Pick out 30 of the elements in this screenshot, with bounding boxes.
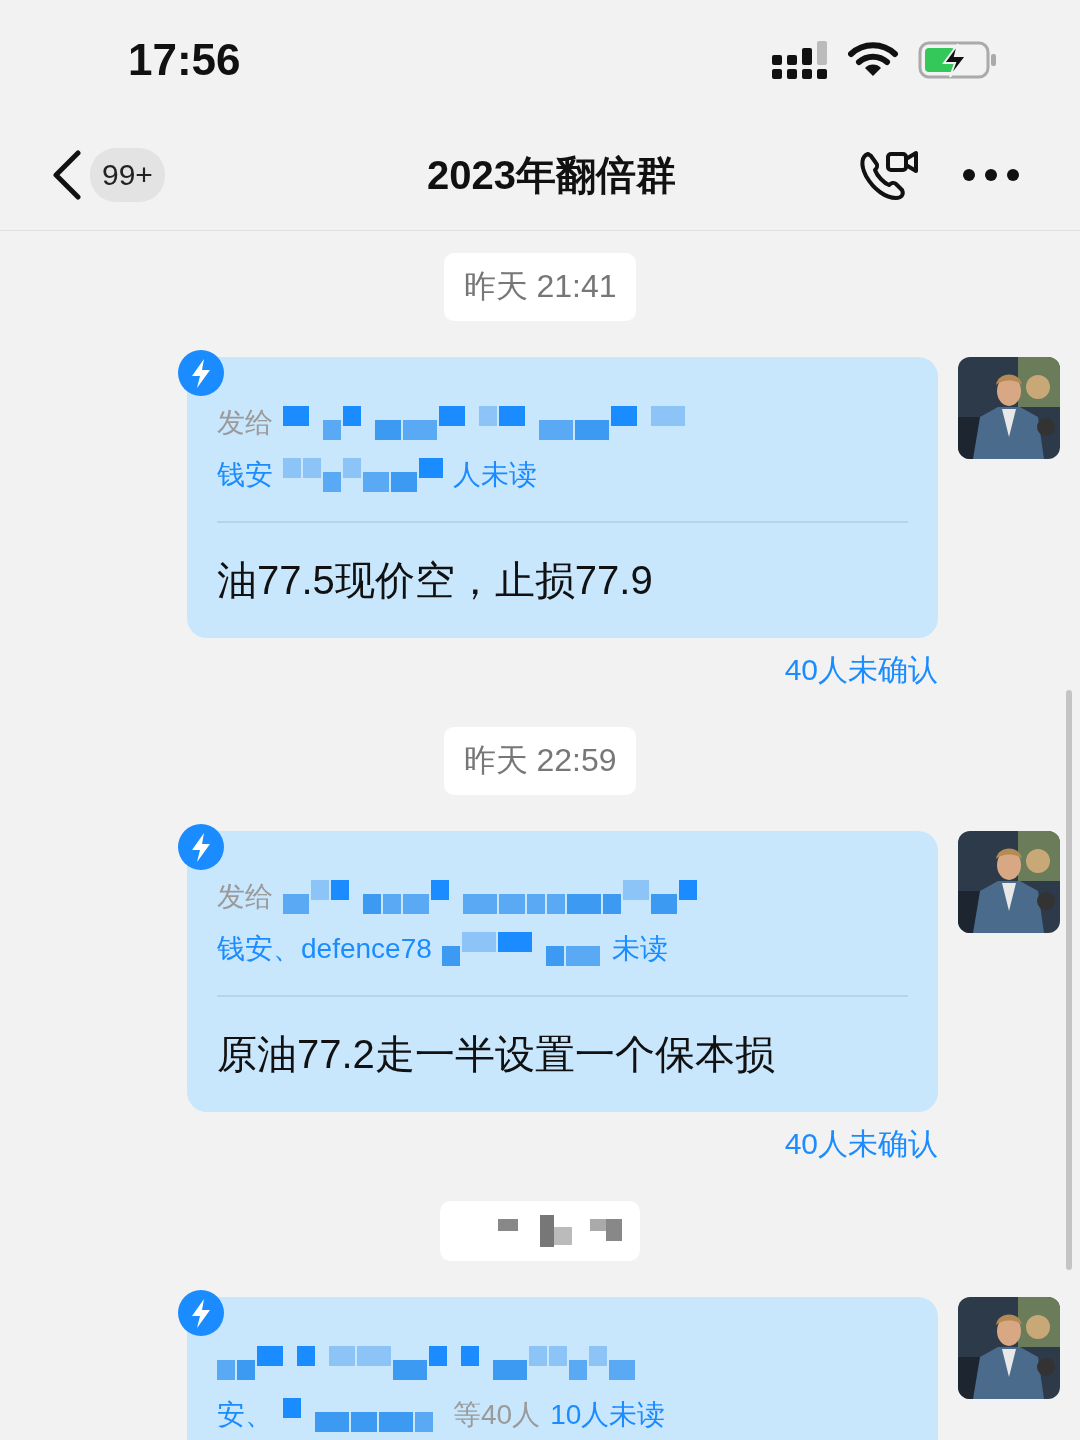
urgent-lightning-icon	[178, 350, 224, 396]
message-text: 原油77.2走一半设置一个保本损	[217, 1031, 776, 1078]
message-bubble[interactable]: 安、 等40人 10人未读	[187, 1297, 938, 1440]
video-call-icon[interactable]	[858, 148, 920, 202]
unread-badge: 99+	[90, 148, 165, 202]
urgent-lightning-icon	[178, 1290, 224, 1336]
recipient-names[interactable]: 10人未读	[550, 1396, 666, 1434]
status-time: 17:56	[128, 35, 241, 85]
recipients-label: 发给	[217, 880, 273, 914]
signal-icon	[772, 41, 828, 79]
urgent-lightning-icon	[178, 824, 224, 870]
timestamp: 昨天 21:41	[443, 253, 637, 321]
recipient-names[interactable]: 未读	[611, 930, 668, 968]
unconfirmed-count[interactable]: 40人未确认	[784, 650, 938, 691]
recipients-label: 发给	[217, 406, 273, 440]
recipients-label: 等40人	[453, 1398, 541, 1432]
recipient-names[interactable]: 钱安、defence78	[217, 930, 432, 968]
wifi-icon	[848, 42, 898, 78]
more-icon[interactable]	[962, 168, 1020, 182]
message-bubble[interactable]: 发给 钱安、defence78 未读 原油77.2走一半设置一个保本损	[187, 831, 938, 1112]
chat-title: 2023年翻倍群	[426, 151, 676, 199]
timestamp: 昨天 22:59	[443, 727, 637, 795]
recipient-names[interactable]: 钱安	[217, 456, 273, 494]
battery-charging-icon	[918, 41, 998, 79]
recipient-names[interactable]: 安、	[217, 1396, 273, 1434]
message-text: 油77.5现价空，止损77.9	[217, 557, 654, 604]
message-bubble[interactable]: 发给 钱安 人未读 油77.5现价空，止损77.9	[187, 357, 938, 638]
recipient-names[interactable]: 人未读	[453, 456, 537, 494]
back-icon[interactable]	[52, 150, 82, 200]
unconfirmed-count[interactable]: 40人未确认	[784, 1124, 938, 1165]
